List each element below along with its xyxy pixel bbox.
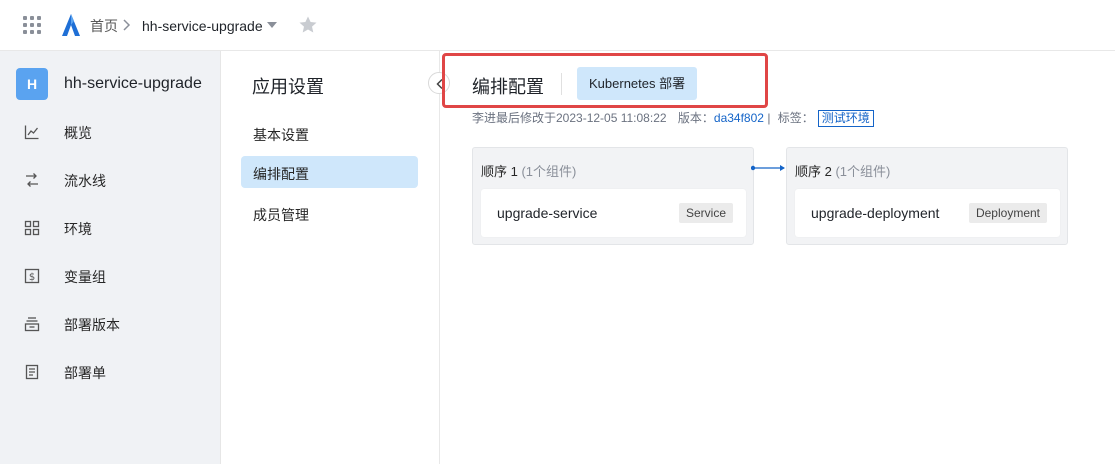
deploy-type-tag: Kubernetes 部署 [577, 67, 698, 100]
app-name: hh-service-upgrade [64, 75, 202, 92]
sidebar-item-deploy-order[interactable]: 部署单 [0, 352, 220, 392]
component-type-badge: Deployment [968, 203, 1047, 223]
settings-item-label: 编排配置 [253, 166, 309, 182]
stage-header: 顺序 1 (1个组件) [481, 161, 576, 180]
sidebar-item-pipeline[interactable]: 流水线 [0, 160, 220, 200]
chevron-right-icon [123, 19, 131, 31]
sidebar-item-label: 部署版本 [64, 317, 120, 333]
app-avatar: H [16, 68, 48, 100]
page-title: 编排配置 [472, 77, 544, 97]
env-tag[interactable]: 测试环境 [817, 110, 874, 127]
star-icon[interactable] [298, 15, 318, 35]
meta-line: 李进最后修改于2023-12-05 11:08:22 版本：da34f802 |… [472, 110, 874, 127]
title-divider [561, 73, 562, 95]
settings-item-basic[interactable]: 基本设置 [241, 117, 418, 149]
tags-label: 标签： [777, 111, 814, 125]
settings-panel [221, 51, 440, 464]
component-card[interactable]: upgrade-service Service [481, 189, 746, 237]
sidebar-item-variable-group[interactable]: $ 变量组 [0, 256, 220, 296]
modified-info: 李进最后修改于2023-12-05 11:08:22 [472, 111, 667, 125]
version-label: 版本： [677, 111, 714, 125]
sidebar-item-label: 变量组 [64, 269, 106, 285]
breadcrumb-app[interactable]: hh-service-upgrade [142, 17, 263, 35]
stage-count: (1个组件) [521, 164, 577, 179]
logo-icon[interactable] [60, 13, 82, 37]
document-icon [25, 364, 39, 380]
collapse-panel-button[interactable] [428, 72, 450, 94]
app-launcher-icon[interactable] [23, 16, 41, 34]
settings-title: 应用设置 [252, 77, 324, 97]
pipeline-icon [26, 173, 38, 187]
component-card[interactable]: upgrade-deployment Deployment [795, 189, 1060, 237]
caret-down-icon[interactable] [267, 22, 277, 28]
stage-card: 顺序 2 (1个组件) upgrade-deployment Deploymen… [786, 147, 1068, 245]
settings-item-label: 成员管理 [253, 207, 309, 223]
sidebar-item-label: 环境 [64, 221, 92, 237]
stage-card: 顺序 1 (1个组件) upgrade-service Service [472, 147, 754, 245]
component-type-badge: Service [678, 203, 733, 223]
dollar-icon: $ [24, 268, 40, 284]
settings-item-members[interactable]: 成员管理 [241, 197, 418, 229]
sidebar-item-label: 流水线 [64, 173, 106, 189]
component-name: upgrade-service [497, 205, 598, 221]
grid-icon [24, 220, 40, 236]
svg-text:$: $ [29, 272, 35, 283]
sidebar-item-environment[interactable]: 环境 [0, 208, 220, 248]
meta-separator: | [767, 111, 771, 125]
breadcrumb-home[interactable]: 首页 [90, 17, 118, 35]
sidebar-item-label: 部署单 [64, 365, 106, 381]
settings-item-orchestration[interactable]: 编排配置 [241, 156, 418, 188]
sidebar-item-deploy-version[interactable]: 部署版本 [0, 304, 220, 344]
chevron-left-icon [436, 78, 443, 90]
stage-order: 顺序 2 [795, 164, 832, 179]
top-bar: 首页 hh-service-upgrade [0, 0, 1115, 51]
settings-item-label: 基本设置 [253, 127, 309, 143]
stage-order: 顺序 1 [481, 164, 518, 179]
sidebar-item-overview[interactable]: 概览 [0, 112, 220, 152]
sidebar-item-label: 概览 [64, 125, 92, 141]
stage-connector [751, 165, 785, 171]
version-link[interactable]: da34f802 [714, 111, 764, 125]
component-name: upgrade-deployment [811, 205, 940, 221]
stage-count: (1个组件) [835, 164, 891, 179]
inbox-icon [24, 317, 40, 332]
stage-header: 顺序 2 (1个组件) [795, 161, 890, 180]
line-chart-icon [24, 125, 39, 140]
